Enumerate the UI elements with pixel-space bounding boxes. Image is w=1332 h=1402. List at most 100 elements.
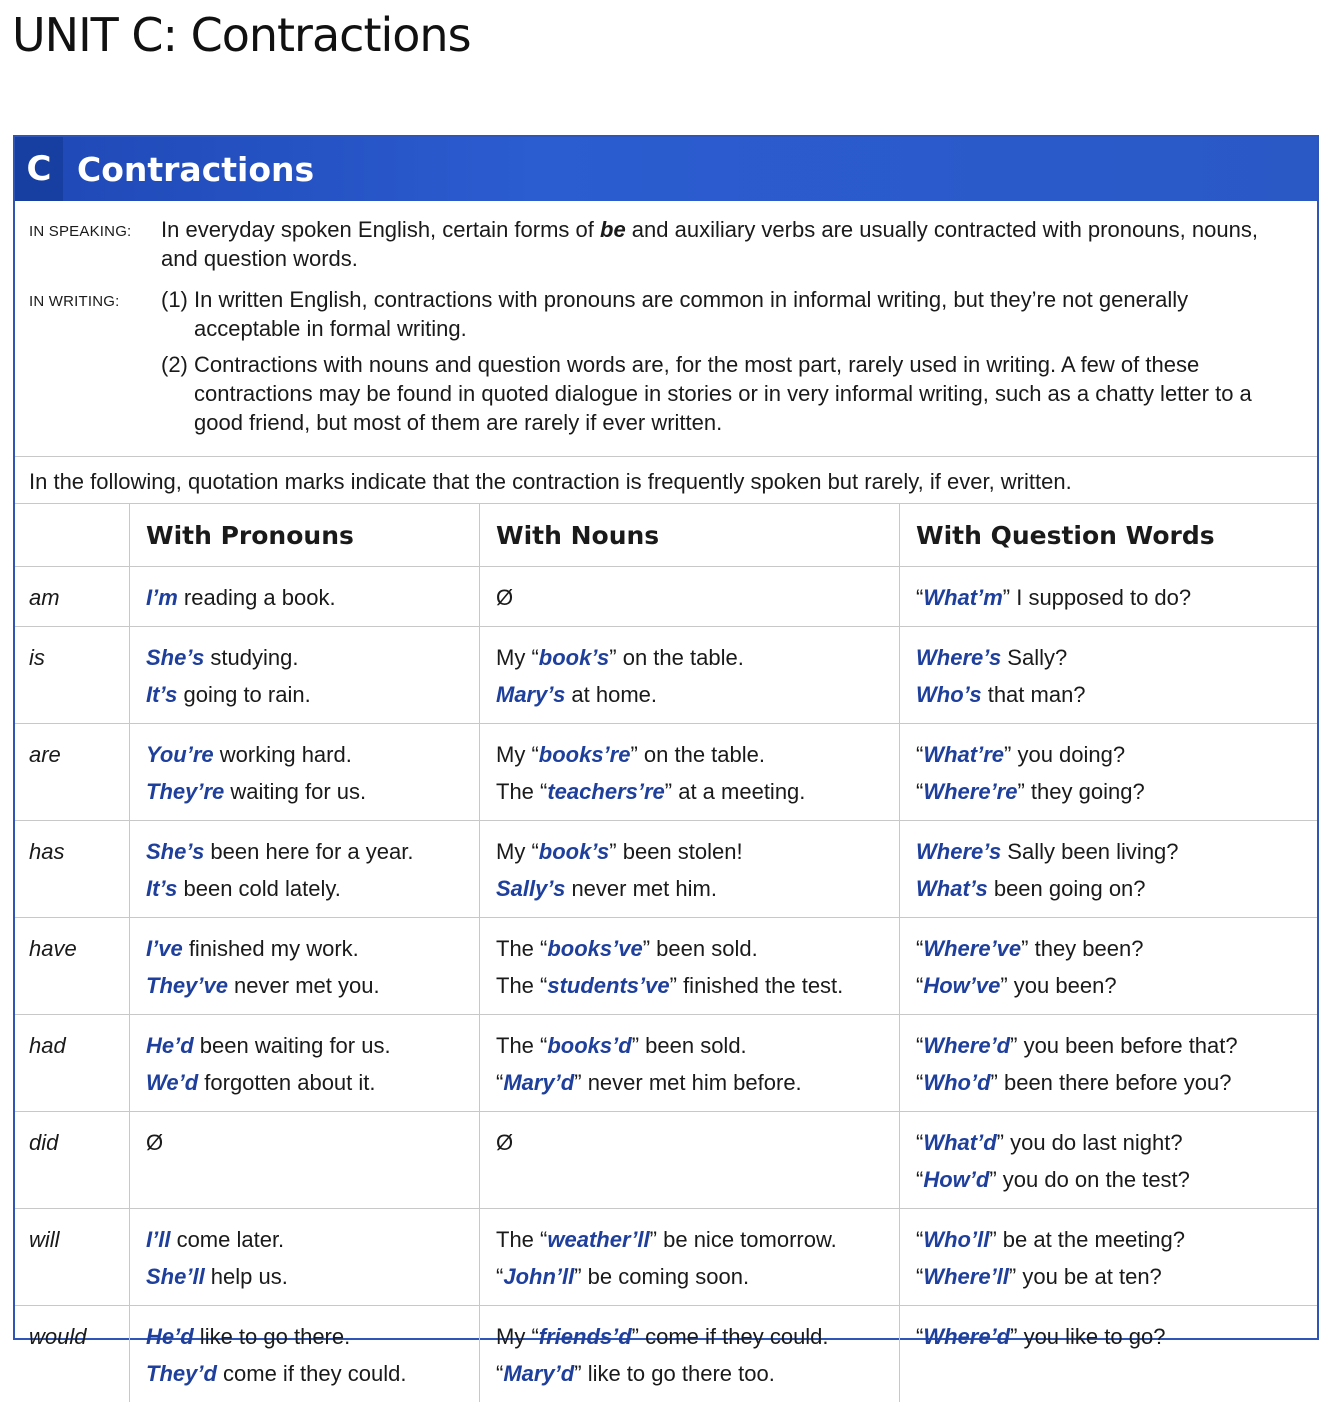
example-sentence: He’d been waiting for us. [146, 1027, 479, 1064]
pronoun-cell: She’s studying.It’s going to rain. [130, 627, 480, 724]
question-cell: “Where’ve” they been?“How’ve” you been? [900, 918, 1318, 1015]
sentence-text: that man? [982, 682, 1086, 707]
example-sentence: Where’s Sally been living? [916, 833, 1317, 870]
sentence-text: come if they could. [217, 1361, 407, 1386]
question-cell: Where’s Sally?Who’s that man? [900, 627, 1318, 724]
example-sentence: Who’s that man? [916, 676, 1317, 713]
example-sentence: “How’ve” you been? [916, 967, 1317, 1004]
example-sentence: “Mary’d” never met him before. [496, 1064, 899, 1101]
example-sentence: What’s been going on? [916, 870, 1317, 907]
contraction: books’d [547, 1033, 631, 1058]
contraction: What’s [916, 876, 988, 901]
table-header-row: With Pronouns With Nouns With Question W… [15, 504, 1317, 567]
sentence-text: ” been sold. [643, 936, 758, 961]
sentence-text: been waiting for us. [194, 1033, 391, 1058]
example-sentence: “What’re” you doing? [916, 736, 1317, 773]
sentence-text: ” come if they could. [632, 1324, 829, 1349]
question-cell: “What’d” you do last night?“How’d” you d… [900, 1112, 1318, 1209]
contraction: What’d [923, 1130, 996, 1155]
sentence-text: ” you been? [1000, 973, 1116, 998]
contraction: students’ve [547, 973, 669, 998]
contraction: How’ve [923, 973, 1000, 998]
sentence-text: ” they going? [1017, 779, 1144, 804]
sentence-text: My “ [496, 645, 539, 670]
speaking-text-em: be [600, 217, 626, 242]
question-cell: “Who’ll” be at the meeting?“Where’ll” yo… [900, 1209, 1318, 1306]
sentence-text: ” I supposed to do? [1003, 585, 1191, 610]
example-sentence: You’re working hard. [146, 736, 479, 773]
pronoun-cell: He’d like to go there.They’d come if the… [130, 1306, 480, 1402]
column-header [15, 504, 130, 567]
sentence-text: My “ [496, 742, 539, 767]
contraction: Who’d [923, 1070, 990, 1095]
example-sentence: The “books’d” been sold. [496, 1027, 899, 1064]
table-row: are You’re working hard. They’re waiting f… [15, 724, 1317, 821]
sentence-text: ” finished the test. [670, 973, 844, 998]
example-sentence: “Where’ve” they been? [916, 930, 1317, 967]
sentence-text: ” been sold. [632, 1033, 747, 1058]
example-sentence: “Where’d” you like to go? [916, 1318, 1317, 1355]
sentence-text: ” you been before that? [1010, 1033, 1238, 1058]
sentence-text: ” at a meeting. [665, 779, 806, 804]
writing-item-num: (1) [161, 285, 194, 343]
column-header: With Pronouns [130, 504, 480, 567]
noun-cell: Ø [480, 567, 900, 627]
sentence-text: ” you do on the test? [989, 1167, 1190, 1192]
contraction: Mary’d [503, 1070, 574, 1095]
sentence-text: ” be nice tomorrow. [650, 1227, 837, 1252]
contraction: Where’s [916, 839, 1001, 864]
contraction: Mary’s [496, 682, 565, 707]
sentence-text: ” they been? [1021, 936, 1143, 961]
question-cell: Where’s Sally been living?What’s been go… [900, 821, 1318, 918]
example-sentence: Ø [146, 1124, 479, 1161]
question-cell: “What’m” I supposed to do? [900, 567, 1318, 627]
example-sentence: “Who’d” been there before you? [916, 1064, 1317, 1101]
pronoun-cell: I’m reading a book. [130, 567, 480, 627]
example-sentence: They’ve never met you. [146, 967, 479, 1004]
writing-note: IN WRITING: (1) In written English, cont… [29, 285, 1297, 444]
contraction: Where’re [923, 779, 1017, 804]
section-title: Contractions [77, 150, 314, 189]
example-sentence: Where’s Sally? [916, 639, 1317, 676]
example-sentence: I’ve finished my work. [146, 930, 479, 967]
table-row: amI’m reading a book.Ø“What’m” I suppose… [15, 567, 1317, 627]
sentence-text: waiting for us. [224, 779, 366, 804]
writing-item: (2) Contractions with nouns and question… [161, 350, 1297, 437]
contraction: Who’s [916, 682, 982, 707]
sentence-text: ” you doing? [1004, 742, 1125, 767]
pronoun-cell: She’s been here for a year.It’s been col… [130, 821, 480, 918]
table-row: haveI’ve finished my work.They’ve never … [15, 918, 1317, 1015]
noun-cell: My “book’s” been stolen!Sally’s never me… [480, 821, 900, 918]
sentence-text: The “ [496, 936, 547, 961]
sentence-text: come later. [170, 1227, 284, 1252]
verb-cell: is [15, 627, 130, 724]
column-header: With Question Words [900, 504, 1318, 567]
sentence-text: ” been there before you? [991, 1070, 1232, 1095]
contraction: I’ll [146, 1227, 170, 1252]
contraction: They’re [146, 779, 224, 804]
contraction: I’m [146, 585, 178, 610]
sentence-text: been cold lately. [177, 876, 340, 901]
sentence-text: never met you. [228, 973, 380, 998]
sentence-text: forgotten about it. [198, 1070, 375, 1095]
example-sentence: My “book’s” been stolen! [496, 833, 899, 870]
sentence-text: The “ [496, 973, 547, 998]
example-sentence: “Who’ll” be at the meeting? [916, 1221, 1317, 1258]
sentence-text: The “ [496, 779, 547, 804]
contraction: Where’d [923, 1033, 1010, 1058]
contraction: She’s [146, 645, 204, 670]
example-sentence: I’ll come later. [146, 1221, 479, 1258]
contraction: books’ve [547, 936, 642, 961]
table-body: amI’m reading a book.Ø“What’m” I suppose… [15, 567, 1317, 1402]
contraction: Where’d [923, 1324, 1010, 1349]
contraction: He’d [146, 1033, 194, 1058]
verb-cell: are [15, 724, 130, 821]
table-intro: In the following, quotation marks indica… [15, 456, 1317, 503]
contraction: How’d [923, 1167, 989, 1192]
noun-cell: The “books’ve” been sold. The “students’v… [480, 918, 900, 1015]
example-sentence: “Where’re” they going? [916, 773, 1317, 810]
example-sentence: “What’m” I supposed to do? [916, 579, 1317, 616]
sentence-text: The “ [496, 1227, 547, 1252]
table-row: isShe’s studying.It’s going to rain. My “… [15, 627, 1317, 724]
sentence-text: ” you be at ten? [1009, 1264, 1162, 1289]
